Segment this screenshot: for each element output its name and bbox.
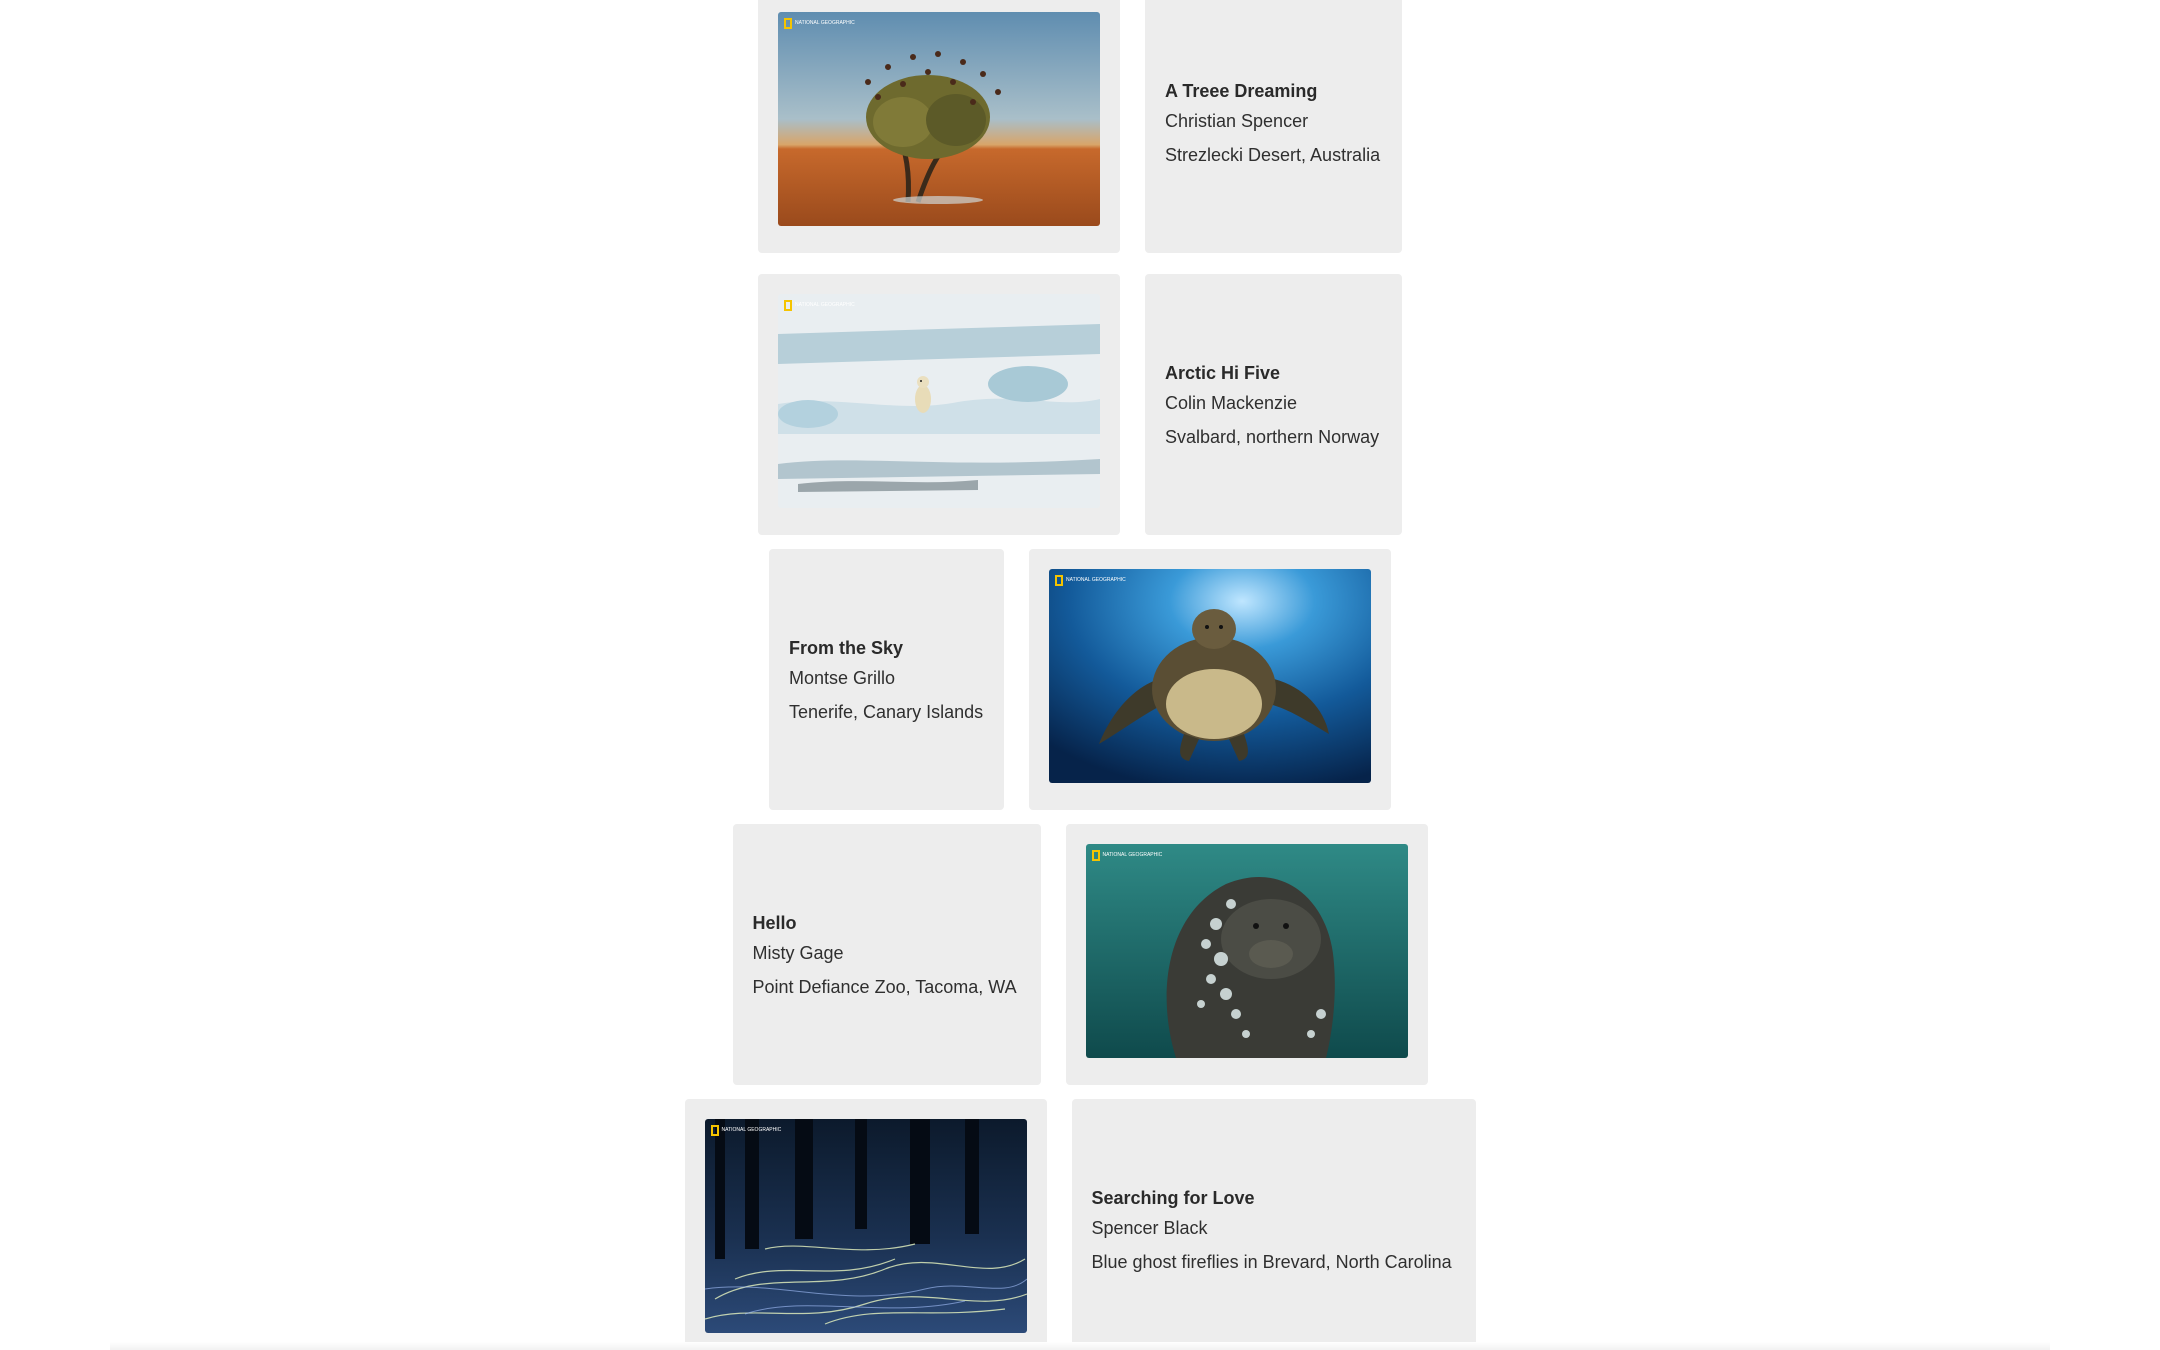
natgeo-logo: NATIONAL GEOGRAPHIC xyxy=(1055,575,1126,586)
photo-location: Point Defiance Zoo, Tacoma, WA xyxy=(752,976,1017,997)
natgeo-logo: NATIONAL GEOGRAPHIC xyxy=(784,18,855,29)
photo-author: Christian Spencer xyxy=(1165,110,1309,131)
photo-card[interactable]: NATIONAL GEOGRAPHIC xyxy=(758,274,1120,535)
natgeo-frame-icon xyxy=(1055,575,1063,586)
photo-tree-with-birds[interactable]: NATIONAL GEOGRAPHIC xyxy=(778,12,1100,226)
page-bottom-shadow xyxy=(110,1342,2050,1350)
photo-info-card: From the Sky Montse Grillo Tenerife, Can… xyxy=(769,549,1004,810)
photo-title: From the Sky xyxy=(789,637,904,658)
photo-author: Colin Mackenzie xyxy=(1165,392,1298,413)
photo-card[interactable]: NATIONAL GEOGRAPHIC xyxy=(1065,824,1428,1085)
natgeo-logo: NATIONAL GEOGRAPHIC xyxy=(784,300,855,311)
gallery-row: Hello Misty Gage Point Defiance Zoo, Tac… xyxy=(0,824,2160,1085)
photo-location: Blue ghost fireflies in Brevard, North C… xyxy=(1091,1251,1452,1272)
photo-author: Montse Grillo xyxy=(789,667,896,688)
natgeo-logo: NATIONAL GEOGRAPHIC xyxy=(710,1125,782,1136)
gallery-row: NATIONAL GEOGRAPHIC Arctic Hi Five Colin… xyxy=(0,274,2160,535)
photo-info-card: Hello Misty Gage Point Defiance Zoo, Tac… xyxy=(732,824,1041,1085)
photo-author: Misty Gage xyxy=(752,942,844,963)
photo-gallery: NATIONAL GEOGRAPHIC A Treee Dreaming Chr… xyxy=(0,0,2160,1350)
photo-card[interactable]: NATIONAL GEOGRAPHIC xyxy=(684,1099,1047,1350)
photo-firefly-forest[interactable]: NATIONAL GEOGRAPHIC xyxy=(704,1119,1027,1333)
photo-card[interactable]: NATIONAL GEOGRAPHIC xyxy=(758,0,1120,253)
natgeo-logo-text: NATIONAL GEOGRAPHIC xyxy=(1102,852,1163,858)
photo-author: Spencer Black xyxy=(1091,1217,1208,1238)
natgeo-frame-icon xyxy=(1091,850,1100,861)
photo-sea-turtle[interactable]: NATIONAL GEOGRAPHIC xyxy=(1049,569,1371,783)
photo-title: Searching for Love xyxy=(1091,1187,1255,1208)
natgeo-frame-icon xyxy=(784,300,792,311)
photo-title: A Treee Dreaming xyxy=(1165,80,1318,101)
photo-location: Svalbard, northern Norway xyxy=(1165,426,1380,447)
natgeo-logo-text: NATIONAL GEOGRAPHIC xyxy=(795,302,855,308)
photo-info-card: Searching for Love Spencer Black Blue gh… xyxy=(1071,1099,1476,1350)
photo-info-card: Arctic Hi Five Colin Mackenzie Svalbard,… xyxy=(1145,274,1402,535)
gallery-row: NATIONAL GEOGRAPHIC A Treee Dreaming Chr… xyxy=(0,0,2160,253)
natgeo-frame-icon xyxy=(710,1125,719,1136)
photo-title: Hello xyxy=(752,912,797,933)
natgeo-logo: NATIONAL GEOGRAPHIC xyxy=(1091,850,1163,861)
photo-card[interactable]: NATIONAL GEOGRAPHIC xyxy=(1029,549,1391,810)
natgeo-logo-text: NATIONAL GEOGRAPHIC xyxy=(721,1127,782,1133)
photo-info-card: A Treee Dreaming Christian Spencer Strez… xyxy=(1145,0,1402,253)
natgeo-frame-icon xyxy=(784,18,792,29)
natgeo-logo-text: NATIONAL GEOGRAPHIC xyxy=(1066,577,1126,583)
gallery-row: NATIONAL GEOGRAPHIC Searching for Love S… xyxy=(0,1099,2160,1350)
natgeo-logo-text: NATIONAL GEOGRAPHIC xyxy=(795,20,855,26)
photo-walrus-underwater[interactable]: NATIONAL GEOGRAPHIC xyxy=(1085,844,1408,1058)
gallery-row: From the Sky Montse Grillo Tenerife, Can… xyxy=(0,549,2160,810)
photo-location: Tenerife, Canary Islands xyxy=(789,701,984,722)
photo-title: Arctic Hi Five xyxy=(1165,362,1281,383)
photo-polar-bear-ice[interactable]: NATIONAL GEOGRAPHIC xyxy=(778,294,1100,508)
photo-location: Strezlecki Desert, Australia xyxy=(1165,144,1381,165)
